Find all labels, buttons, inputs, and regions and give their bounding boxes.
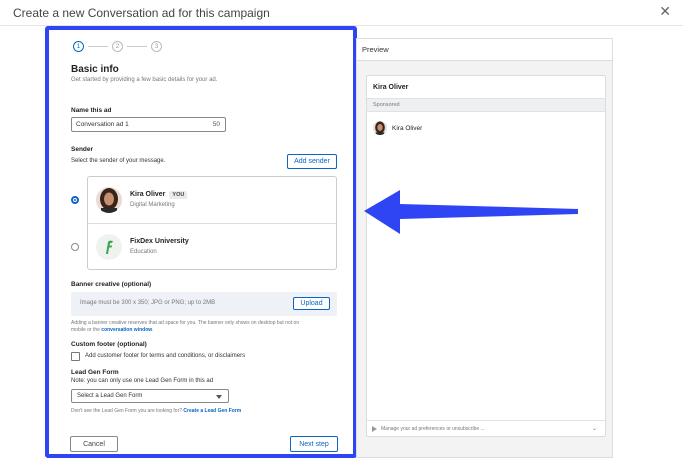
ad-name-value: Conversation ad 1 bbox=[76, 121, 129, 128]
next-step-button[interactable]: Next step bbox=[290, 436, 338, 452]
banner-upload-area[interactable]: Image must be 300 x 350; JPG or PNG; up … bbox=[71, 292, 337, 316]
sender-name: Kira Oliver YOU bbox=[130, 191, 188, 199]
banner-help-text: Adding a banner creative reserves that a… bbox=[71, 320, 300, 333]
banner-label: Banner creative (optional) bbox=[71, 281, 152, 288]
add-sender-button[interactable]: Add sender bbox=[287, 154, 337, 169]
preview-panel: Preview Kira Oliver Sponsored Kira Olive… bbox=[356, 38, 613, 458]
preview-header: Preview bbox=[357, 39, 612, 61]
cancel-button[interactable]: Cancel bbox=[70, 436, 118, 452]
sponsored-bar: Sponsored bbox=[367, 98, 605, 112]
lead-gen-select[interactable]: Select a Lead Gen Form bbox=[71, 389, 229, 403]
sender-option-kira[interactable]: Kira Oliver YOU Digital Marketing bbox=[88, 177, 336, 224]
chevron-down-icon[interactable]: ⌄ bbox=[592, 425, 597, 432]
sender-radio-fixdex[interactable] bbox=[71, 243, 79, 251]
lead-gen-label: Lead Gen Form bbox=[71, 369, 119, 376]
sponsored-label: Sponsored bbox=[373, 102, 400, 108]
custom-footer-checkbox[interactable] bbox=[71, 352, 80, 361]
section-title: Basic info bbox=[71, 64, 119, 75]
step-3: 3 bbox=[151, 41, 162, 52]
custom-footer-checkbox-label: Add customer footer for terms and condit… bbox=[85, 353, 246, 359]
preview-footer[interactable]: Manage your ad preferences or unsubscrib… bbox=[367, 420, 605, 436]
stepper: 1 2 3 bbox=[73, 41, 162, 52]
sender-subtitle: Education bbox=[130, 249, 157, 255]
preview-sender-name: Kira Oliver bbox=[392, 125, 423, 132]
lead-gen-select-value: Select a Lead Gen Form bbox=[77, 393, 143, 399]
sender-instruction: Select the sender of your message. bbox=[71, 158, 166, 164]
play-icon bbox=[372, 426, 377, 432]
custom-footer-label: Custom footer (optional) bbox=[71, 341, 147, 348]
sender-label: Sender bbox=[71, 146, 94, 153]
ad-preferences-text: Manage your ad preferences or unsubscrib… bbox=[381, 426, 485, 432]
you-badge: YOU bbox=[169, 191, 188, 199]
step-2: 2 bbox=[112, 41, 123, 52]
sender-list: Kira Oliver YOU Digital Marketing FixDex … bbox=[87, 176, 337, 270]
dialog-header: Create a new Conversation ad for this ca… bbox=[0, 0, 683, 26]
step-connector bbox=[88, 46, 108, 47]
upload-button[interactable]: Upload bbox=[293, 297, 330, 310]
banner-placeholder: Image must be 300 x 350; JPG or PNG; up … bbox=[80, 300, 216, 306]
ad-form-panel: 1 2 3 Basic info Get started by providin… bbox=[45, 26, 357, 458]
sender-name: FixDex University bbox=[130, 238, 189, 245]
fixdex-logo-icon bbox=[96, 234, 122, 260]
avatar bbox=[373, 121, 387, 135]
close-icon[interactable]: ✕ bbox=[659, 3, 671, 20]
lead-gen-note: Note: you can only use one Lead Gen Form… bbox=[71, 378, 214, 384]
sender-subtitle: Digital Marketing bbox=[130, 202, 175, 208]
annotation-arrow bbox=[364, 190, 578, 234]
section-subtitle: Get started by providing a few basic det… bbox=[71, 77, 218, 83]
step-connector bbox=[127, 46, 147, 47]
create-lead-gen-link[interactable]: Create a Lead Gen Form bbox=[183, 408, 241, 414]
sender-option-fixdex[interactable]: FixDex University Education bbox=[88, 224, 336, 271]
chevron-down-icon bbox=[216, 395, 222, 399]
dialog-title: Create a new Conversation ad for this ca… bbox=[13, 6, 270, 20]
ad-name-label: Name this ad bbox=[71, 107, 112, 114]
sender-radio-kira[interactable] bbox=[71, 196, 79, 204]
preview-title: Preview bbox=[362, 45, 389, 54]
preview-card-name: Kira Oliver bbox=[373, 84, 409, 91]
ad-name-input[interactable]: Conversation ad 1 50 bbox=[71, 117, 226, 132]
preview-card: Kira Oliver Sponsored Kira Oliver Manage… bbox=[366, 75, 606, 437]
avatar bbox=[96, 187, 122, 213]
conversation-window-link[interactable]: conversation window bbox=[101, 327, 152, 333]
lead-gen-help: Don't see the Lead Gen Form you are look… bbox=[71, 408, 242, 414]
step-1: 1 bbox=[73, 41, 84, 52]
character-count: 50 bbox=[212, 121, 220, 128]
